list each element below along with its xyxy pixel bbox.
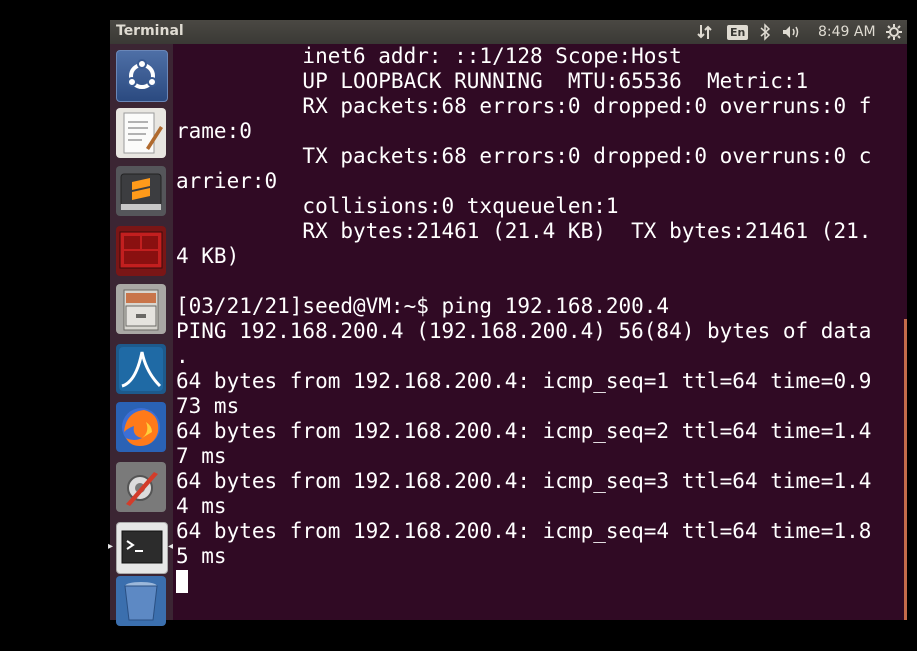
terminator-icon: [119, 231, 163, 269]
ubuntu-logo-icon: [127, 59, 157, 89]
terminal-scrollbar[interactable]: [904, 319, 907, 620]
terminal-line: PING 192.168.200.4 (192.168.200.4) 56(84…: [176, 319, 872, 343]
terminal-line: 5 ms: [176, 544, 227, 568]
network-updown-icon[interactable]: [696, 22, 714, 42]
wireshark-icon: [119, 347, 163, 391]
terminal-line: [03/21/21]seed@VM:~$ ping 192.168.200.4: [176, 294, 670, 318]
terminal-line: 64 bytes from 192.168.200.4: icmp_seq=2 …: [176, 419, 872, 443]
terminal-line: TX packets:68 errors:0 dropped:0 overrun…: [176, 144, 872, 168]
terminal-line: 64 bytes from 192.168.200.4: icmp_seq=4 …: [176, 519, 872, 543]
launcher-item-files[interactable]: [116, 284, 166, 334]
terminal-window[interactable]: inet6 addr: ::1/128 Scope:Host UP LOOPBA…: [173, 44, 907, 620]
terminal-line: collisions:0 txqueuelen:1: [176, 194, 619, 218]
launcher-item-ubuntu-dash[interactable]: [116, 50, 168, 102]
launcher-item-terminal[interactable]: [116, 522, 168, 574]
launcher-item-terminator[interactable]: [116, 226, 166, 276]
terminal-line: 4 KB): [176, 244, 240, 268]
volume-icon[interactable]: [781, 22, 803, 42]
launcher-item-text-editor[interactable]: [116, 108, 166, 158]
terminal-line: UP LOOPBACK RUNNING MTU:65536 Metric:1: [176, 69, 809, 93]
terminal-line: 64 bytes from 192.168.200.4: icmp_seq=3 …: [176, 469, 872, 493]
terminal-line: 64 bytes from 192.168.200.4: icmp_seq=1 …: [176, 369, 872, 393]
keyboard-language-icon: En: [727, 24, 749, 40]
terminal-line: rame:0: [176, 119, 252, 143]
terminal-line: arrier:0: [176, 169, 278, 193]
trash-icon: [124, 582, 158, 621]
terminal-line: 4 ms: [176, 494, 227, 518]
bluetooth-icon[interactable]: [759, 22, 771, 42]
terminal-line: 73 ms: [176, 394, 240, 418]
terminal-output: inet6 addr: ::1/128 Scope:Host UP LOOPBA…: [176, 44, 871, 569]
terminal-icon: [121, 530, 163, 564]
keyboard-language-indicator[interactable]: En: [727, 22, 749, 42]
launcher-item-sublime-text[interactable]: [116, 166, 166, 216]
app-title: Terminal: [116, 23, 184, 39]
firefox-icon: [122, 408, 160, 446]
settings-tools-icon: [126, 472, 158, 506]
launcher: [110, 44, 173, 626]
launcher-item-trash[interactable]: [116, 576, 166, 626]
sublime-text-icon: [120, 173, 162, 210]
text-editor-icon: [123, 112, 163, 154]
file-cabinet-icon: [123, 289, 159, 331]
top-panel: Terminal En 8:49 AM: [110, 20, 907, 44]
launcher-item-firefox[interactable]: [116, 402, 166, 452]
terminal-line: RX bytes:21461 (21.4 KB) TX bytes:21461 …: [176, 219, 872, 243]
launcher-item-wireshark[interactable]: [116, 344, 166, 394]
gear-icon[interactable]: [885, 22, 903, 42]
terminal-line: inet6 addr: ::1/128 Scope:Host: [176, 44, 682, 68]
terminal-line: .: [176, 344, 189, 368]
terminal-line: 7 ms: [176, 444, 227, 468]
terminal-cursor: [176, 570, 188, 593]
terminal-line: RX packets:68 errors:0 dropped:0 overrun…: [176, 94, 872, 118]
launcher-item-system-settings[interactable]: [116, 462, 166, 512]
launcher-active-left-arrow: ▸: [108, 541, 114, 552]
clock[interactable]: 8:49 AM: [818, 22, 876, 42]
